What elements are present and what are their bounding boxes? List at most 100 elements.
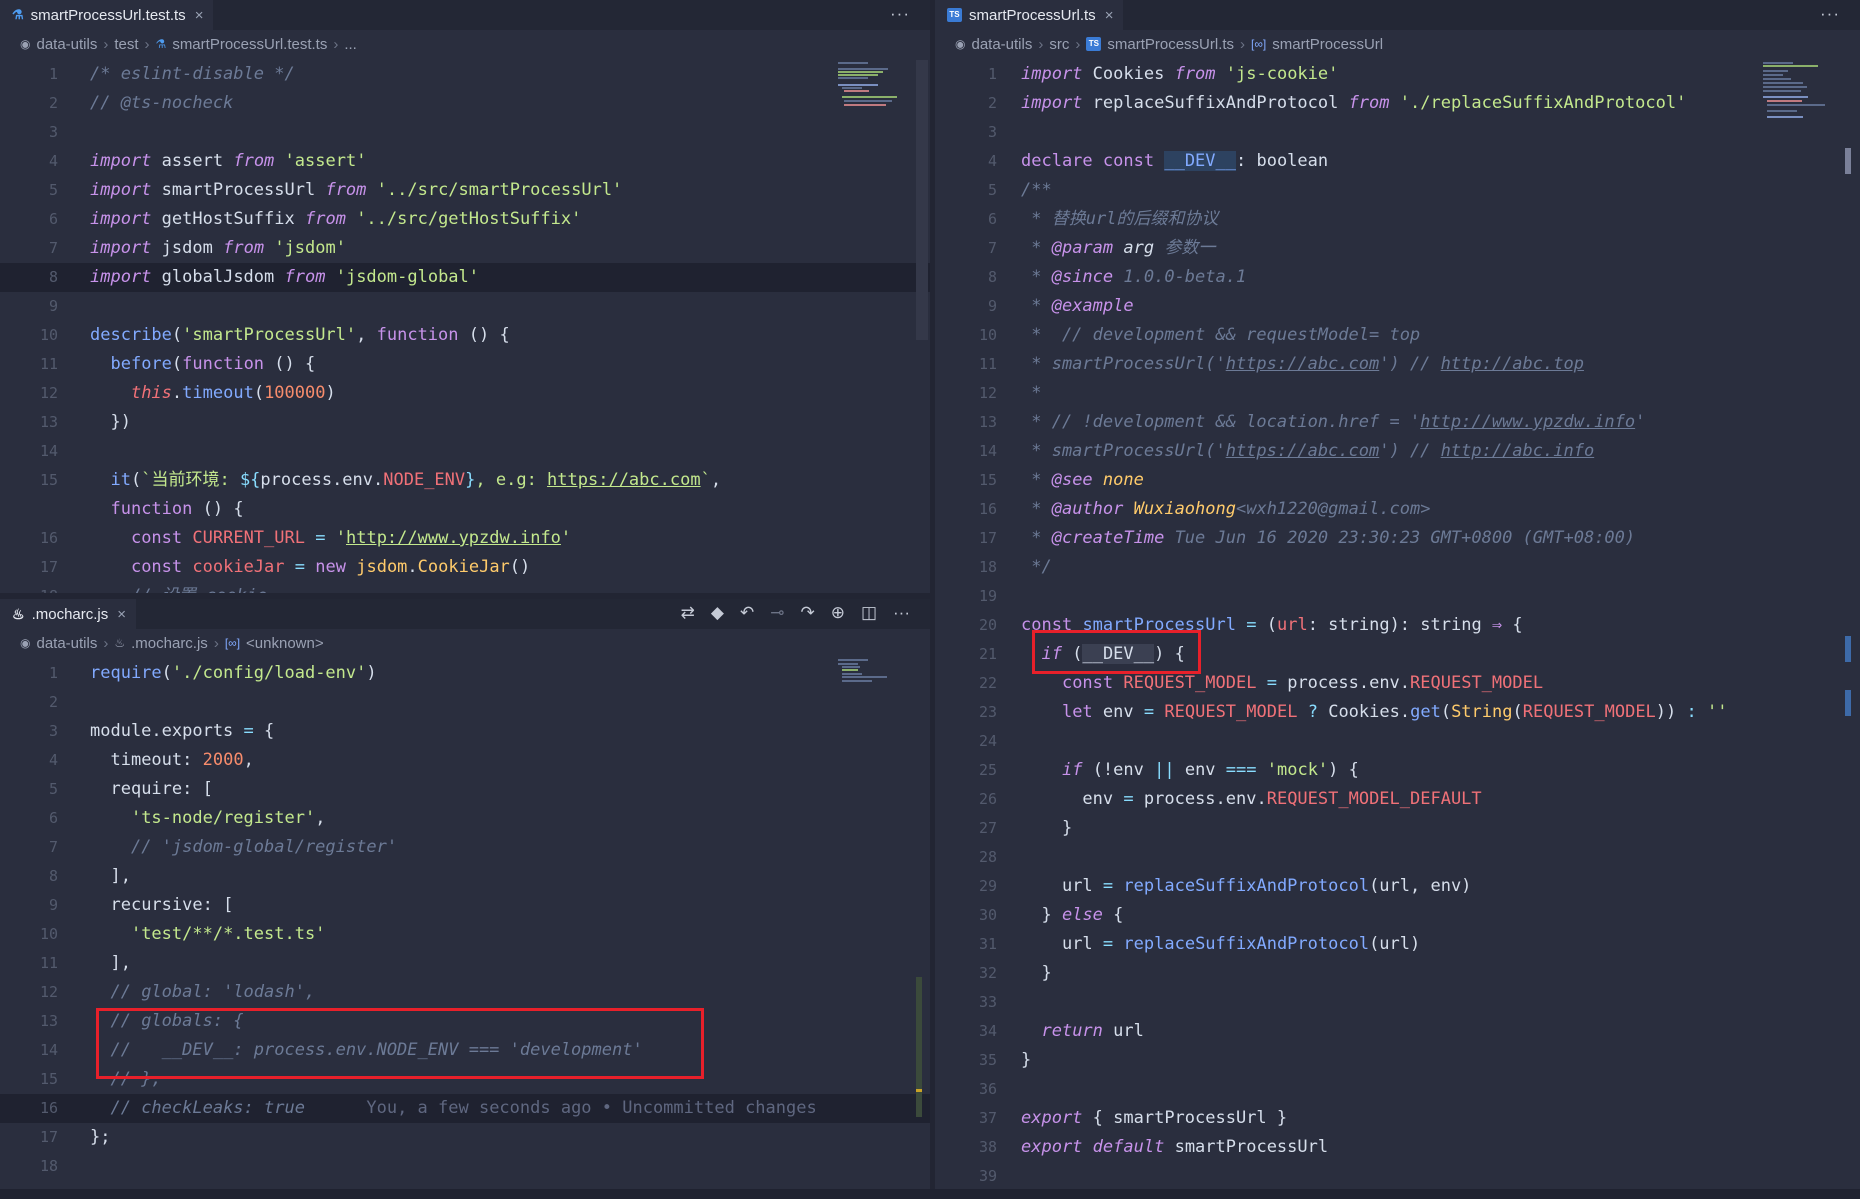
breadcrumb-item[interactable]: ...: [344, 36, 357, 53]
code-line[interactable]: 11 ],: [0, 949, 930, 978]
code-line[interactable]: 8 * @since 1.0.0-beta.1: [935, 263, 1860, 292]
more-actions-icon[interactable]: ···: [890, 4, 910, 24]
code-line[interactable]: 11 * smartProcessUrl('https://abc.com') …: [935, 350, 1860, 379]
minimap[interactable]: [838, 60, 908, 120]
code-line[interactable]: 6 import getHostSuffix from '../src/getHo…: [0, 205, 930, 234]
code-line[interactable]: 30 } else {: [935, 901, 1860, 930]
breadcrumb-item[interactable]: test: [114, 36, 138, 53]
minimap[interactable]: [1763, 60, 1833, 120]
code-line[interactable]: 5 /**: [935, 176, 1860, 205]
breadcrumb-item[interactable]: smartProcessUrl: [1272, 36, 1383, 53]
code-line[interactable]: 11 before(function () {: [0, 350, 930, 379]
tab-mocharc[interactable]: ♨ .mocharc.js ×: [0, 599, 137, 629]
compare-icon[interactable]: ⇄: [681, 603, 695, 623]
code-line[interactable]: 5 import smartProcessUrl from '../src/sma…: [0, 176, 930, 205]
code-line[interactable]: 23 let env = REQUEST_MODEL ? Cookies.get…: [935, 698, 1860, 727]
code-line[interactable]: 15 * @see none: [935, 466, 1860, 495]
close-icon[interactable]: ×: [1105, 7, 1114, 24]
code-line[interactable]: 4 declare const __DEV__: boolean: [935, 147, 1860, 176]
breadcrumb-item[interactable]: smartProcessUrl.ts: [1107, 36, 1234, 53]
code-line[interactable]: 3: [935, 118, 1860, 147]
code-line[interactable]: 36: [935, 1075, 1860, 1104]
code-line[interactable]: 9: [0, 292, 930, 321]
dot-icon[interactable]: ⊸: [770, 603, 784, 623]
code-line[interactable]: 38 export default smartProcessUrl: [935, 1133, 1860, 1162]
close-icon[interactable]: ×: [117, 606, 126, 623]
tab-smartprocessurl[interactable]: TS smartProcessUrl.ts ×: [935, 0, 1124, 30]
code-line[interactable]: 10 'test/**/*.test.ts': [0, 920, 930, 949]
code-line[interactable]: 2 import replaceSuffixAndProtocol from '.…: [935, 89, 1860, 118]
next-change-icon[interactable]: ↷: [800, 603, 814, 623]
code-line[interactable]: 16 // checkLeaks: true You, a few second…: [0, 1094, 930, 1123]
more-icon[interactable]: ···: [893, 603, 910, 623]
code-line[interactable]: 1 /* eslint-disable */: [0, 60, 930, 89]
breadcrumb-item[interactable]: data-utils: [36, 36, 97, 53]
history-icon[interactable]: ⊕: [831, 603, 845, 623]
code-line[interactable]: 2 // @ts-nocheck: [0, 89, 930, 118]
breadcrumb-item[interactable]: data-utils: [971, 36, 1032, 53]
minimap[interactable]: [838, 657, 908, 717]
code-line[interactable]: 24: [935, 727, 1860, 756]
tab-smartprocessurl-test[interactable]: ⚗ smartProcessUrl.test.ts ×: [0, 0, 214, 30]
code-line[interactable]: 6 'ts-node/register',: [0, 804, 930, 833]
code-line[interactable]: 32 }: [935, 959, 1860, 988]
code-line[interactable]: 8 import globalJsdom from 'jsdom-global': [0, 263, 930, 292]
code-line[interactable]: 17};: [0, 1123, 930, 1152]
code-line[interactable]: 17 const cookieJar = new jsdom.CookieJar…: [0, 553, 930, 582]
code-line[interactable]: 16 const CURRENT_URL = 'http://www.ypzdw…: [0, 524, 930, 553]
code-line[interactable]: 3: [0, 118, 930, 147]
code-editor[interactable]: 1 import Cookies from 'js-cookie' 2 import …: [935, 60, 1860, 1189]
code-line[interactable]: 7 // 'jsdom-global/register': [0, 833, 930, 862]
code-line[interactable]: 17 * @createTime Tue Jun 16 2020 23:30:2…: [935, 524, 1860, 553]
code-line[interactable]: 10 describe('smartProcessUrl', function (…: [0, 321, 930, 350]
git-icon[interactable]: ◆: [711, 603, 724, 623]
code-line[interactable]: 10 * // development && requestModel= top: [935, 321, 1860, 350]
code-line[interactable]: 12 // global: 'lodash',: [0, 978, 930, 1007]
code-line[interactable]: 15 it(`当前环境: ${process.env.NODE_ENV}, e.…: [0, 466, 930, 495]
more-actions-icon[interactable]: ···: [1820, 4, 1840, 24]
code-line[interactable]: function () {: [0, 495, 930, 524]
code-line[interactable]: 18 */: [935, 553, 1860, 582]
breadcrumb-item[interactable]: .mocharc.js: [131, 635, 208, 652]
code-line[interactable]: 31 url = replaceSuffixAndProtocol(url): [935, 930, 1860, 959]
code-editor[interactable]: 1 /* eslint-disable */ 2 // @ts-nocheck 3 4 im…: [0, 60, 930, 593]
close-icon[interactable]: ×: [195, 7, 204, 24]
code-line[interactable]: 1 import Cookies from 'js-cookie': [935, 60, 1860, 89]
code-line[interactable]: 18 // 设置 cookie: [0, 582, 930, 593]
code-line[interactable]: 16 * @author Wuxiaohong<wxh1220@gmail.co…: [935, 495, 1860, 524]
code-line[interactable]: 37 export { smartProcessUrl }: [935, 1104, 1860, 1133]
code-line[interactable]: 6 * 替换url的后缀和协议: [935, 205, 1860, 234]
code-line[interactable]: 14 * smartProcessUrl('https://abc.com') …: [935, 437, 1860, 466]
code-line[interactable]: 4 timeout: 2000,: [0, 746, 930, 775]
code-line[interactable]: 13 }): [0, 408, 930, 437]
code-line[interactable]: 7 * @param arg 参数一: [935, 234, 1860, 263]
breadcrumb-item[interactable]: <unknown>: [246, 635, 324, 652]
code-line[interactable]: 8 ],: [0, 862, 930, 891]
code-line[interactable]: 18: [0, 1152, 930, 1181]
code-line[interactable]: 28: [935, 843, 1860, 872]
code-line[interactable]: 33: [935, 988, 1860, 1017]
code-editor[interactable]: 1 require('./config/load-env') 2 3 module.ex…: [0, 659, 930, 1181]
prev-change-icon[interactable]: ↶: [740, 603, 754, 623]
code-line[interactable]: 34 return url: [935, 1017, 1860, 1046]
code-line[interactable]: 26 env = process.env.REQUEST_MODEL_DEFAU…: [935, 785, 1860, 814]
code-line[interactable]: 7 import jsdom from 'jsdom': [0, 234, 930, 263]
code-line[interactable]: 29 url = replaceSuffixAndProtocol(url, e…: [935, 872, 1860, 901]
code-line[interactable]: 19: [935, 582, 1860, 611]
code-line[interactable]: 25 if (!env || env === 'mock') {: [935, 756, 1860, 785]
code-line[interactable]: 39: [935, 1162, 1860, 1189]
code-line[interactable]: 3 module.exports = {: [0, 717, 930, 746]
code-line[interactable]: 2: [0, 688, 930, 717]
code-line[interactable]: 4 import assert from 'assert': [0, 147, 930, 176]
code-line[interactable]: 1 require('./config/load-env'): [0, 659, 930, 688]
code-line[interactable]: 27 }: [935, 814, 1860, 843]
scrollbar[interactable]: [916, 60, 928, 340]
code-line[interactable]: 9 * @example: [935, 292, 1860, 321]
code-line[interactable]: 12 *: [935, 379, 1860, 408]
breadcrumb-item[interactable]: data-utils: [36, 635, 97, 652]
code-line[interactable]: 35}: [935, 1046, 1860, 1075]
breadcrumb-item[interactable]: smartProcessUrl.test.ts: [172, 36, 327, 53]
code-line[interactable]: 9 recursive: [: [0, 891, 930, 920]
split-icon[interactable]: ◫: [861, 603, 877, 623]
breadcrumb-item[interactable]: src: [1049, 36, 1069, 53]
